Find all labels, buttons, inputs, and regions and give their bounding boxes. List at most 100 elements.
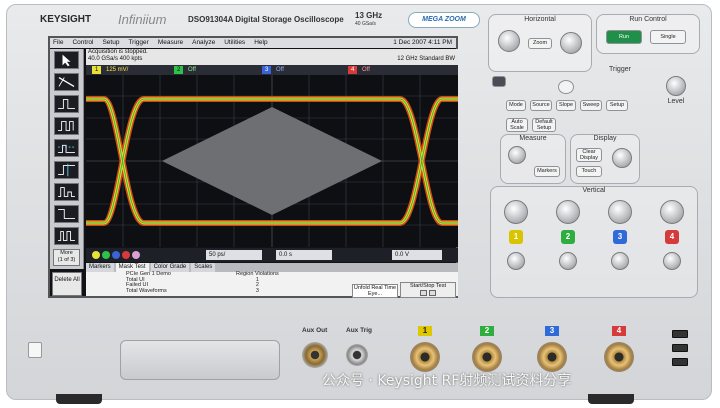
unfold-real-time-eye-button[interactable]: Unfold Real Time Eye... [352, 284, 398, 298]
channel-2-button[interactable]: 2 [561, 230, 575, 244]
channel-4-color-dot[interactable] [122, 251, 130, 259]
channel-1-tag[interactable]: 1 [92, 66, 102, 74]
trigger-source-button[interactable]: Source [530, 100, 552, 111]
menu-control[interactable]: Control [72, 38, 93, 48]
trigger-mode-button[interactable]: Mode [506, 100, 526, 111]
setup-hold-trigger-button[interactable] [54, 161, 79, 179]
trigger-slope-button[interactable]: Slope [556, 100, 576, 111]
trigger-arrow-button[interactable] [558, 80, 574, 94]
menu-setup[interactable]: Setup [102, 38, 119, 48]
violations-column: Region Violations 1 2 3 [236, 271, 279, 294]
trigger-level-field[interactable]: 0.0 V [392, 250, 442, 260]
menu-help[interactable]: Help [254, 38, 267, 48]
start-test-button[interactable] [420, 290, 427, 296]
input-1-label: 1 [418, 326, 432, 336]
channel-1-color-dot[interactable] [92, 251, 100, 259]
run-stop-button[interactable]: Run [606, 30, 642, 44]
channel-3-button[interactable]: 3 [613, 230, 627, 244]
usb-port [672, 358, 688, 366]
aux-trig-label: Aux Trig [346, 327, 373, 334]
trigger-label: Trigger [609, 66, 631, 73]
measure-label: Measure [519, 135, 547, 142]
measure-select-knob[interactable] [508, 146, 526, 164]
trigger-setup-button[interactable]: Setup [606, 100, 628, 111]
eye-diagram-plot[interactable] [86, 75, 458, 247]
channel-4-offset-knob[interactable] [663, 252, 681, 270]
channel-1-offset-knob[interactable] [507, 252, 525, 270]
pointer-tool-button[interactable] [54, 51, 79, 69]
input-1-connector [410, 342, 440, 372]
channel-2-offset-knob[interactable] [559, 252, 577, 270]
usb-port [672, 330, 688, 338]
brand-maker: KEYSIGHT [40, 14, 92, 25]
channel-1-scale-knob[interactable] [504, 200, 528, 224]
channel-1-scale[interactable]: 125 mV/ [106, 65, 128, 75]
horizontal-controls-bar: 50 ps/ 0.0 s 0.0 V [86, 248, 458, 262]
runt-trigger-button[interactable] [54, 139, 79, 157]
channel-3-color-dot[interactable] [112, 251, 120, 259]
channel-2-scale[interactable]: Off [188, 65, 196, 75]
menu-bar: File Control Setup Trigger Measure Analy… [50, 38, 456, 48]
horizontal-position-knob[interactable] [498, 30, 520, 52]
menu-utilities[interactable]: Utilities [224, 38, 245, 48]
menu-measure[interactable]: Measure [158, 38, 183, 48]
tab-scales[interactable]: Scales [191, 263, 216, 272]
power-button[interactable] [28, 342, 42, 358]
channel-3-tag[interactable]: 3 [262, 66, 272, 74]
delay-field[interactable]: 0.0 s [276, 250, 332, 260]
channel-1-button[interactable]: 1 [509, 230, 523, 244]
pulse-trigger-button[interactable] [54, 117, 79, 135]
zoom-tool-button[interactable] [54, 73, 79, 91]
edge-trigger-button[interactable] [54, 95, 79, 113]
aux-trig-connector [346, 344, 368, 366]
window-trigger-button[interactable] [54, 183, 79, 201]
channel-4-button[interactable]: 4 [665, 230, 679, 244]
clear-display-button[interactable]: Clear Display [576, 148, 602, 162]
timeout-trigger-button[interactable] [54, 205, 79, 223]
zoom-button[interactable]: Zoom [528, 38, 552, 49]
stop-test-button[interactable] [429, 290, 436, 296]
menu-analyze[interactable]: Analyze [192, 38, 215, 48]
channel-4-scale-knob[interactable] [660, 200, 684, 224]
channel-2-tag[interactable]: 2 [174, 66, 184, 74]
function-color-dot[interactable] [132, 251, 140, 259]
aux-out-connector [302, 342, 328, 368]
menu-file[interactable]: File [53, 38, 63, 48]
menu-trigger[interactable]: Trigger [128, 38, 148, 48]
trigger-sweep-button[interactable]: Sweep [580, 100, 602, 111]
trigger-level-knob[interactable] [666, 76, 686, 96]
delete-all-button[interactable]: Delete All [52, 272, 82, 296]
input-3-label: 3 [545, 326, 559, 336]
run-control-label: Run Control [629, 16, 667, 23]
more-toolbar-button[interactable]: More (1 of 3) [53, 249, 80, 266]
channel-3-scale-knob[interactable] [608, 200, 632, 224]
acquisition-status: Acquisition is stopped. 40.0 GSa/s 400 k… [86, 49, 458, 65]
channel-4-tag[interactable]: 4 [348, 66, 358, 74]
single-button[interactable]: Single [650, 30, 686, 44]
channel-2-scale-knob[interactable] [556, 200, 580, 224]
brand-series: Infiniium [118, 12, 167, 27]
timebase-field[interactable]: 50 ps/ [206, 250, 262, 260]
tab-markers[interactable]: Markers [86, 263, 114, 272]
channel-4-scale[interactable]: Off [362, 65, 370, 75]
pattern-trigger-button[interactable] [54, 227, 79, 245]
channel-3-scale[interactable]: Off [276, 65, 284, 75]
channel-2-color-dot[interactable] [102, 251, 110, 259]
foot [588, 394, 634, 404]
brand-bar: KEYSIGHT Infiniium DSO91304A Digital Sto… [40, 10, 480, 32]
channel-3-offset-knob[interactable] [611, 252, 629, 270]
input-2-connector [472, 342, 502, 372]
markers-button[interactable]: Markers [534, 166, 560, 177]
input-4-connector [604, 342, 634, 372]
trigger-edge-button[interactable] [492, 76, 506, 87]
default-setup-button[interactable]: Default Setup [532, 118, 556, 132]
display-intensity-knob[interactable] [612, 148, 632, 168]
usb-port [672, 344, 688, 352]
auto-scale-button[interactable]: Auto Scale [506, 118, 528, 132]
watermark-text: 公众号 · Keysight RF射频测试资料分享 [322, 373, 572, 389]
megazoom-badge: MEGA ZOOM [408, 12, 480, 28]
aux-out-label: Aux Out [302, 327, 328, 334]
status-line-1: Acquisition is stopped. [88, 49, 148, 55]
touch-button[interactable]: Touch [576, 166, 602, 177]
horizontal-scale-knob[interactable] [560, 32, 582, 54]
